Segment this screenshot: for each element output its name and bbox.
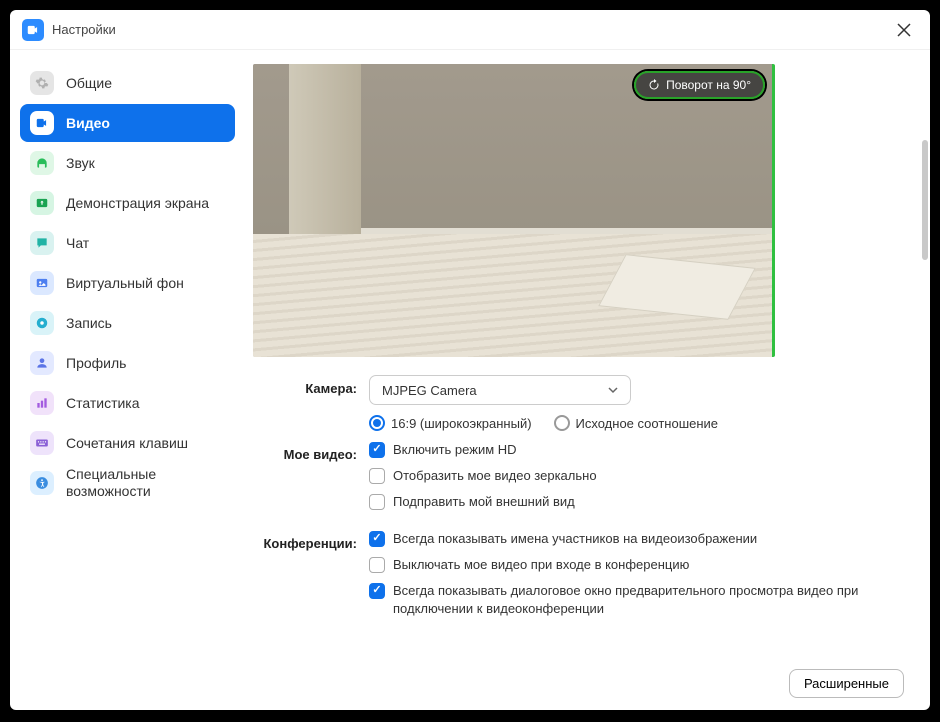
rotate-90-button[interactable]: Поворот на 90° [634, 71, 765, 99]
video-preview: Поворот на 90° [253, 64, 775, 357]
sidebar: Общие Видео Звук Демонстрация экрана Чат Вирт… [10, 50, 245, 710]
touchup-checkbox[interactable]: Подправить мой внешний вид [369, 493, 904, 511]
camera-feed [253, 64, 772, 357]
sidebar-item-label: Запись [66, 315, 112, 332]
sidebar-item-label: Демонстрация экрана [66, 195, 209, 212]
video-icon [30, 111, 54, 135]
sidebar-item-gear[interactable]: Общие [20, 64, 235, 102]
headphones-icon [30, 151, 54, 175]
chevron-down-icon [608, 385, 618, 395]
checkbox-icon [369, 531, 385, 547]
checkbox-icon [369, 494, 385, 510]
keyboard-icon [30, 431, 54, 455]
close-button[interactable] [890, 16, 918, 44]
conferences-label: Конференции: [253, 530, 369, 551]
hd-checkbox[interactable]: Включить режим HD [369, 441, 904, 459]
sidebar-item-video[interactable]: Видео [20, 104, 235, 142]
stats-icon [30, 391, 54, 415]
rotate-label: Поворот на 90° [666, 78, 751, 92]
close-icon [897, 23, 911, 37]
advanced-button[interactable]: Расширенные [789, 669, 904, 698]
mirror-checkbox[interactable]: Отобразить мое видео зеркально [369, 467, 904, 485]
sidebar-item-profile[interactable]: Профиль [20, 344, 235, 382]
bg-icon [30, 271, 54, 295]
settings-window: Настройки Общие Видео Звук Демонстрация экр… [10, 10, 930, 710]
sidebar-item-label: Профиль [66, 355, 126, 372]
chat-icon [30, 231, 54, 255]
camera-value: MJPEG Camera [382, 383, 477, 398]
sidebar-item-label: Сочетания клавиш [66, 435, 188, 452]
sidebar-item-label: Видео [66, 115, 110, 132]
sidebar-item-label: Виртуальный фон [66, 275, 184, 292]
radio-icon [369, 415, 385, 431]
sidebar-item-label: Чат [66, 235, 89, 252]
show-names-checkbox[interactable]: Всегда показывать имена участников на ви… [369, 530, 904, 548]
share-icon [30, 191, 54, 215]
checkbox-icon [369, 583, 385, 599]
record-icon [30, 311, 54, 335]
app-icon [22, 19, 44, 41]
content-pane: Поворот на 90° Камера: MJPEG Camera [245, 50, 930, 710]
content-scrollbar[interactable] [922, 140, 928, 260]
sidebar-item-label: Звук [66, 155, 95, 172]
camera-select[interactable]: MJPEG Camera [369, 375, 631, 405]
sidebar-item-record[interactable]: Запись [20, 304, 235, 342]
sidebar-item-share[interactable]: Демонстрация экрана [20, 184, 235, 222]
aspect-original-radio[interactable]: Исходное соотношение [554, 415, 719, 431]
accessibility-icon [30, 471, 54, 495]
window-title: Настройки [52, 22, 116, 37]
aspect-wide-radio[interactable]: 16:9 (широкоэкранный) [369, 415, 532, 431]
sidebar-item-headphones[interactable]: Звук [20, 144, 235, 182]
checkbox-icon [369, 468, 385, 484]
show-preview-dialog-checkbox[interactable]: Всегда показывать диалоговое окно предва… [369, 582, 904, 618]
checkbox-icon [369, 442, 385, 458]
disable-video-join-checkbox[interactable]: Выключать мое видео при входе в конферен… [369, 556, 904, 574]
gear-icon [30, 71, 54, 95]
my-video-label: Мое видео: [253, 441, 369, 462]
sidebar-item-stats[interactable]: Статистика [20, 384, 235, 422]
radio-icon [554, 415, 570, 431]
camera-label: Камера: [253, 375, 369, 396]
sidebar-item-accessibility[interactable]: Специальные возможности [20, 464, 235, 502]
profile-icon [30, 351, 54, 375]
sidebar-item-chat[interactable]: Чат [20, 224, 235, 262]
rotate-icon [648, 79, 660, 91]
sidebar-item-keyboard[interactable]: Сочетания клавиш [20, 424, 235, 462]
sidebar-item-bg[interactable]: Виртуальный фон [20, 264, 235, 302]
titlebar: Настройки [10, 10, 930, 50]
sidebar-item-label: Специальные возможности [66, 466, 225, 500]
checkbox-icon [369, 557, 385, 573]
sidebar-item-label: Статистика [66, 395, 140, 412]
sidebar-item-label: Общие [66, 75, 112, 92]
